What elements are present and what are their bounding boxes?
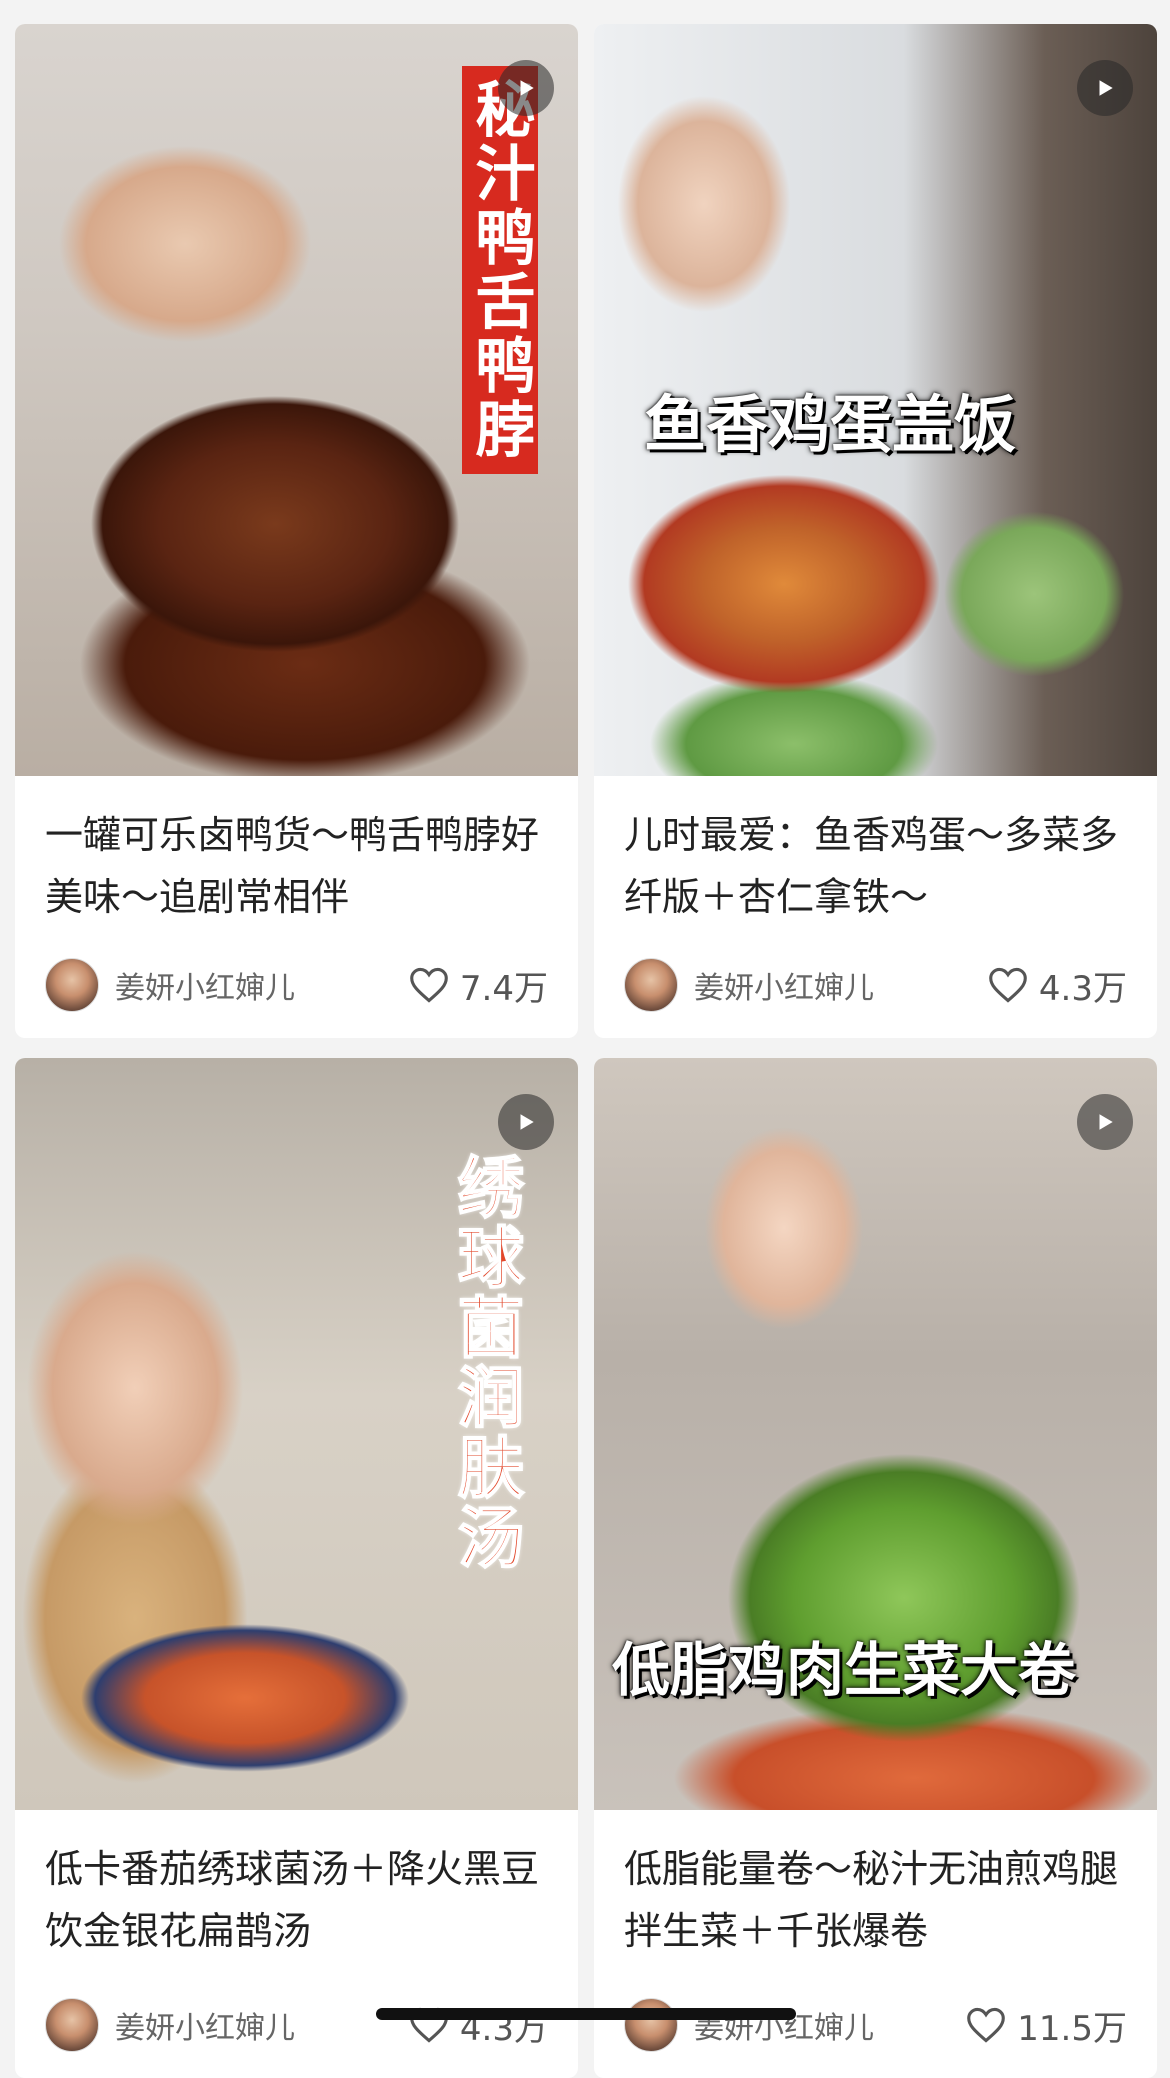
avatar[interactable]	[45, 958, 99, 1012]
video-thumbnail[interactable]: 低脂鸡肉生菜大卷	[594, 1058, 1157, 1810]
card-meta: 姜妍小红婶儿 4.3万	[45, 1998, 548, 2052]
play-icon	[498, 1094, 554, 1150]
note-title[interactable]: 儿时最爱：鱼香鸡蛋～多菜多纤版＋杏仁拿铁～	[594, 776, 1157, 934]
heart-outline-icon	[410, 967, 448, 1003]
note-card[interactable]: 秘汁鸭舌鸭脖 一罐可乐卤鸭货～鸭舌鸭脖好美味～追剧常相伴 姜妍小红婶儿 7.4万	[15, 24, 578, 1038]
video-thumbnail[interactable]: 绣球菌润肤汤	[15, 1058, 578, 1810]
play-icon	[498, 60, 554, 116]
like-button[interactable]: 11.5万	[965, 2001, 1127, 2050]
like-button[interactable]: 4.3万	[987, 961, 1127, 1010]
home-indicator[interactable]	[376, 2008, 796, 2020]
feed-grid: 秘汁鸭舌鸭脖 一罐可乐卤鸭货～鸭舌鸭脖好美味～追剧常相伴 姜妍小红婶儿 7.4万…	[15, 24, 1157, 2078]
thumbnail-overlay-text: 绣球菌润肤汤	[446, 1152, 525, 1574]
avatar[interactable]	[624, 1998, 678, 2052]
card-meta: 姜妍小红婶儿 7.4万	[45, 958, 548, 1012]
play-icon	[1077, 1094, 1133, 1150]
author-name[interactable]: 姜妍小红婶儿	[694, 963, 874, 1007]
heart-outline-icon	[967, 2007, 1006, 2043]
author-name[interactable]: 姜妍小红婶儿	[115, 963, 295, 1007]
thumbnail-overlay-text: 低脂鸡肉生菜大卷	[612, 1636, 1077, 1704]
like-count: 4.3万	[1038, 968, 1127, 1009]
note-title[interactable]: 一罐可乐卤鸭货～鸭舌鸭脖好美味～追剧常相伴	[15, 776, 578, 934]
author[interactable]: 姜妍小红婶儿	[45, 958, 295, 1012]
play-icon	[1077, 60, 1133, 116]
card-meta: 姜妍小红婶儿 11.5万	[624, 1998, 1127, 2052]
note-title[interactable]: 低脂能量卷～秘汁无油煎鸡腿拌生菜＋千张爆卷	[594, 1810, 1157, 1968]
like-count: 11.5万	[1017, 2008, 1127, 2049]
note-card[interactable]: 绣球菌润肤汤 低卡番茄绣球菌汤＋降火黑豆饮金银花扁鹊汤 姜妍小红婶儿 4.3万	[15, 1058, 578, 2078]
video-thumbnail[interactable]: 鱼香鸡蛋盖饭	[594, 24, 1157, 776]
like-button[interactable]: 7.4万	[408, 961, 548, 1010]
note-title[interactable]: 低卡番茄绣球菌汤＋降火黑豆饮金银花扁鹊汤	[15, 1810, 578, 1968]
heart-outline-icon	[989, 967, 1027, 1003]
card-meta: 姜妍小红婶儿 4.3万	[624, 958, 1127, 1012]
author[interactable]: 姜妍小红婶儿	[45, 1998, 295, 2052]
thumbnail-overlay-text: 秘汁鸭舌鸭脖	[462, 66, 538, 474]
avatar[interactable]	[624, 958, 678, 1012]
video-thumbnail[interactable]: 秘汁鸭舌鸭脖	[15, 24, 578, 776]
author[interactable]: 姜妍小红婶儿	[624, 1998, 874, 2052]
author[interactable]: 姜妍小红婶儿	[624, 958, 874, 1012]
note-card[interactable]: 低脂鸡肉生菜大卷 低脂能量卷～秘汁无油煎鸡腿拌生菜＋千张爆卷 姜妍小红婶儿 11…	[594, 1058, 1157, 2078]
note-card[interactable]: 鱼香鸡蛋盖饭 儿时最爱：鱼香鸡蛋～多菜多纤版＋杏仁拿铁～ 姜妍小红婶儿 4.3万	[594, 24, 1157, 1038]
like-count: 7.4万	[459, 968, 548, 1009]
thumbnail-overlay-text: 鱼香鸡蛋盖饭	[644, 388, 1017, 461]
avatar[interactable]	[45, 1998, 99, 2052]
author-name[interactable]: 姜妍小红婶儿	[115, 2003, 295, 2047]
